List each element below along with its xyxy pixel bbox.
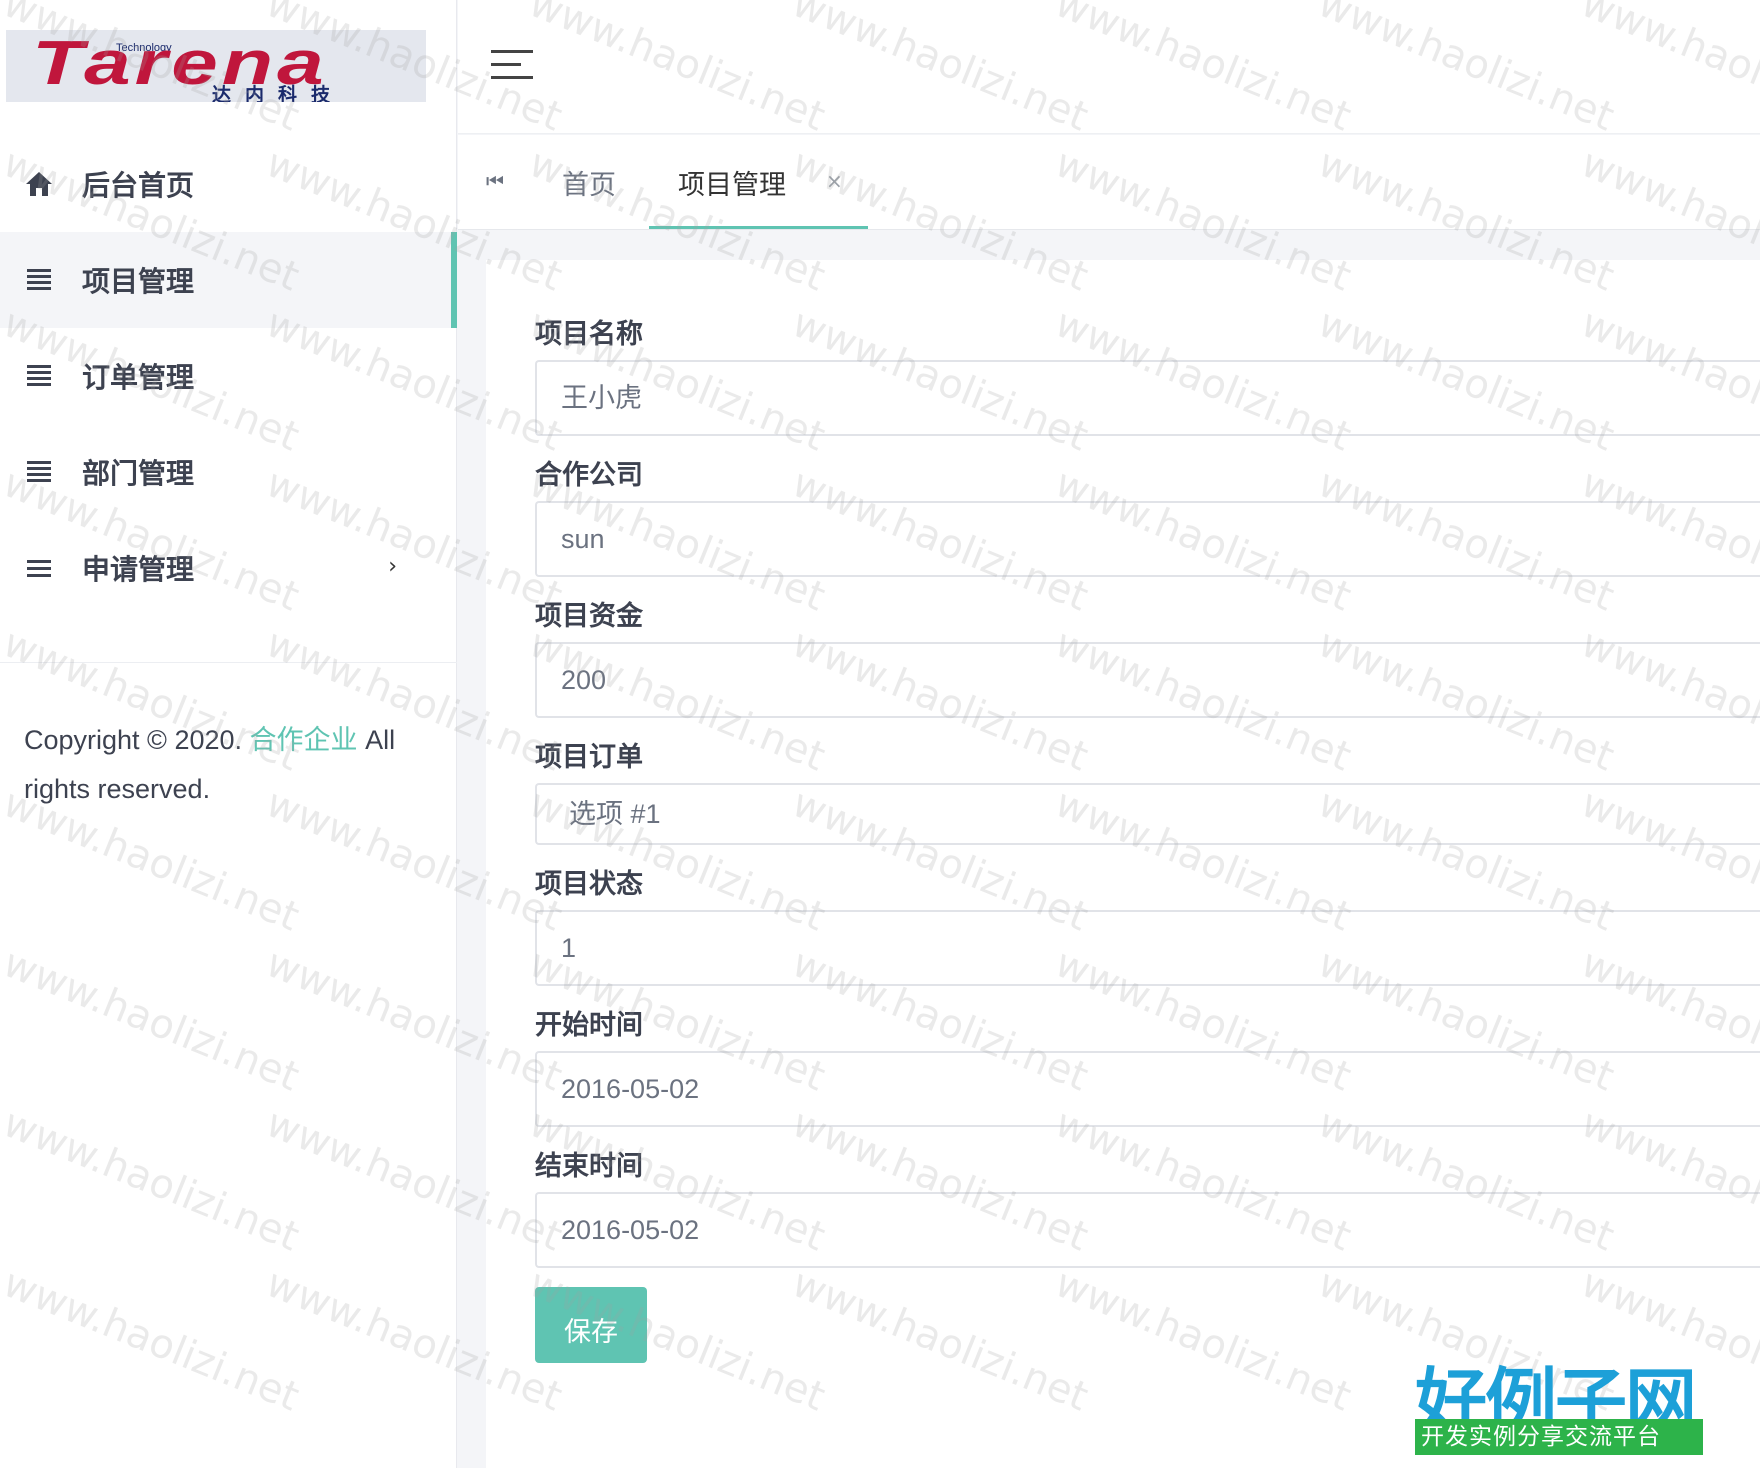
top-bar — [458, 0, 1760, 134]
project-status-field[interactable]: 1 — [535, 910, 1760, 986]
partner-company-label: 合作公司 — [535, 460, 643, 491]
sidebar: Technology Tarena 达内科技 后台首页 项目管理 订单管理 部门… — [0, 0, 457, 1468]
sidebar-item-label: 申请管理 — [82, 553, 195, 586]
sidebar-item-order-management[interactable]: 订单管理 — [0, 328, 457, 424]
sidebar-item-label: 项目管理 — [82, 265, 195, 298]
tab-bar: ⏮ 首页 项目管理 × — [458, 135, 1760, 230]
sidebar-divider — [0, 662, 457, 663]
active-tab-indicator — [649, 226, 868, 229]
sidebar-item-project-management[interactable]: 项目管理 — [0, 232, 457, 328]
sidebar-item-label: 后台首页 — [82, 169, 195, 202]
project-funds-field[interactable]: 200 — [535, 642, 1760, 718]
menu-icon — [24, 553, 54, 583]
start-date-label: 开始时间 — [535, 1010, 643, 1041]
list-icon — [24, 361, 54, 391]
project-funds-label: 项目资金 — [535, 601, 643, 632]
end-date-field[interactable]: 2016-05-02 — [535, 1192, 1760, 1268]
end-date-label: 结束时间 — [535, 1151, 643, 1182]
project-status-label: 项目状态 — [535, 869, 643, 900]
sidebar-item-department-management[interactable]: 部门管理 — [0, 424, 457, 520]
sidebar-item-label: 订单管理 — [82, 361, 195, 394]
list-icon — [24, 457, 54, 487]
company-logo[interactable]: Technology Tarena 达内科技 — [6, 30, 426, 102]
copyright-text: Copyright © 2020. 合作企业 All rights reserv… — [24, 716, 424, 814]
project-order-label: 项目订单 — [535, 742, 643, 773]
start-date-field[interactable]: 2016-05-02 — [535, 1051, 1760, 1127]
project-name-field[interactable]: 王小虎 — [535, 360, 1760, 436]
home-icon — [24, 169, 54, 199]
tab-project-management[interactable]: 项目管理 — [678, 163, 786, 202]
sidebar-menu: 后台首页 项目管理 订单管理 部门管理 申请管理 › — [0, 136, 457, 616]
sidebar-item-application-management[interactable]: 申请管理 › — [0, 520, 457, 616]
partner-company-field[interactable]: sun — [535, 501, 1760, 577]
hamburger-menu-icon[interactable] — [491, 50, 533, 80]
sidebar-item-dashboard[interactable]: 后台首页 — [0, 136, 457, 232]
close-icon[interactable]: × — [826, 169, 843, 193]
chevron-right-icon[interactable]: › — [388, 554, 397, 579]
logo-chinese-name: 达内科技 — [212, 84, 345, 102]
project-order-select[interactable]: 选项 #1 — [535, 783, 1760, 845]
sidebar-item-label: 部门管理 — [82, 457, 195, 490]
copyright-prefix: Copyright © 2020. — [24, 725, 243, 755]
main-content: 项目名称 王小虎 合作公司 sun 项目资金 200 项目订单 选项 #1 项目… — [486, 260, 1760, 1468]
save-button[interactable]: 保存 — [535, 1287, 647, 1363]
tab-home[interactable]: 首页 — [562, 163, 616, 202]
partner-link[interactable]: 合作企业 — [250, 725, 358, 755]
first-tab-icon[interactable]: ⏮ — [486, 169, 504, 193]
list-icon — [24, 265, 54, 295]
project-name-label: 项目名称 — [535, 319, 643, 350]
